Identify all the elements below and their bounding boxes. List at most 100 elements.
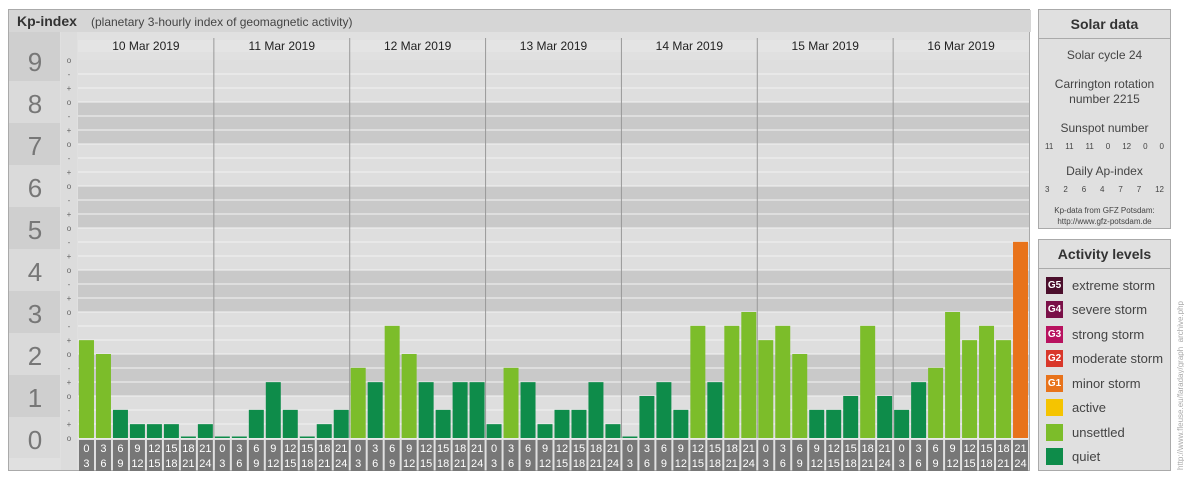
hour-end-label: 3	[83, 458, 89, 470]
kp-bands	[78, 60, 1029, 439]
hour-end-label: 3	[219, 458, 225, 470]
hour-start-label: 15	[437, 443, 449, 455]
kp-bar	[911, 382, 927, 438]
hour-start-label: 18	[726, 443, 738, 455]
kp-bar	[537, 424, 553, 438]
hour-end-label: 21	[726, 458, 738, 470]
credit-link[interactable]: http://www.gfz-potsdam.de	[1039, 216, 1170, 227]
hour-start-label: 21	[607, 443, 619, 455]
hour-start-label: 6	[797, 443, 803, 455]
kp-bar	[265, 382, 281, 438]
chart-title: Kp-index	[17, 13, 77, 29]
kp-bar	[469, 382, 485, 438]
hour-end-label: 3	[899, 458, 905, 470]
hour-start-label: 21	[335, 443, 347, 455]
hour-end-label: 6	[508, 458, 514, 470]
kp-bar	[282, 409, 298, 438]
hour-end-label: 12	[539, 458, 551, 470]
legend-item-unsettled: unsettled	[1039, 420, 1170, 445]
chart-subtitle: (planetary 3-hourly index of geomagnetic…	[91, 15, 352, 29]
sunspot-value: 11	[1065, 142, 1074, 151]
activity-levels-panel: Activity levels G5 extreme storm G4 seve…	[1038, 239, 1171, 471]
ap-value: 6	[1081, 185, 1087, 194]
kp-band	[78, 102, 1029, 144]
y-axis: 0 1 2 3 4 5 6 7 8 9 + o + o - + o - + o - + o - + o - + o - + o - + o - o -	[9, 32, 77, 470]
kp-bar	[792, 354, 808, 438]
sunspot-value: 11	[1045, 142, 1054, 151]
ap-label: Daily Ap-index	[1066, 164, 1143, 178]
g1-badge: G1	[1046, 374, 1063, 392]
kp-bar	[333, 409, 349, 438]
kp-bar	[486, 424, 502, 438]
day-label: 13 Mar 2019	[520, 39, 588, 53]
hour-start-label: 12	[148, 443, 160, 455]
hour-start-label: 12	[963, 443, 975, 455]
minor-tick-label: o	[67, 224, 72, 233]
hour-end-label: 12	[946, 458, 958, 470]
hour-end-label: 9	[661, 458, 667, 470]
kp-bar	[231, 436, 247, 438]
y-tick-label: 3	[28, 299, 42, 329]
minor-tick-label: +	[67, 420, 72, 429]
hour-end-label: 3	[627, 458, 633, 470]
hour-end-label: 6	[100, 458, 106, 470]
kp-bar	[503, 367, 519, 438]
hour-start-label: 0	[355, 443, 361, 455]
legend-item-active: active	[1039, 396, 1170, 421]
minor-tick-label: +	[67, 252, 72, 261]
kp-bar	[554, 409, 570, 438]
solar-cycle: Solar cycle 24	[1066, 48, 1143, 62]
hour-end-label: 24	[335, 458, 347, 470]
hour-start-label: 0	[627, 443, 633, 455]
kp-bar	[622, 436, 638, 438]
hour-start-label: 18	[862, 443, 874, 455]
g2-badge: G2	[1046, 350, 1063, 368]
hour-end-label: 3	[355, 458, 361, 470]
hour-end-label: 6	[644, 458, 650, 470]
credit-line1: Kp-data from GFZ Potsdam:	[1054, 206, 1155, 215]
kp-bar	[945, 312, 961, 438]
legend-item-extreme-storm: G5 extreme storm	[1039, 273, 1170, 298]
ap-value: 12	[1155, 185, 1164, 194]
ap-value: 7	[1118, 185, 1123, 194]
hour-end-label: 15	[963, 458, 975, 470]
kp-bar	[656, 382, 672, 438]
legend-label: unsettled	[1072, 424, 1125, 440]
hour-start-label: 0	[899, 443, 905, 455]
sunspot-value: 0	[1159, 142, 1164, 151]
hour-start-label: 0	[763, 443, 769, 455]
kp-bar	[95, 354, 111, 438]
hour-end-label: 21	[997, 458, 1009, 470]
hour-end-label: 21	[590, 458, 602, 470]
minor-tick-label: o	[67, 182, 72, 191]
minor-tick-label: o	[67, 350, 72, 359]
kp-bar	[894, 409, 910, 438]
hour-start-label: 6	[525, 443, 531, 455]
minor-tick-label: o	[67, 98, 72, 107]
minor-tick-label: -	[68, 112, 71, 121]
hour-start-label: 0	[219, 443, 225, 455]
minor-tick-label: -	[68, 322, 71, 331]
kp-bar	[707, 382, 723, 438]
hour-start-label: 3	[916, 443, 922, 455]
hour-end-label: 3	[491, 458, 497, 470]
hour-start-label: 3	[780, 443, 786, 455]
sunspot-value: 12	[1122, 142, 1132, 151]
hour-end-label: 21	[318, 458, 330, 470]
hour-end-label: 15	[420, 458, 432, 470]
solar-data-panel: Solar data Solar cycle 24 Carrington rot…	[1038, 9, 1171, 229]
legend-item-strong-storm: G3 strong storm	[1039, 322, 1170, 347]
kp-bar	[79, 340, 94, 438]
hour-end-label: 9	[389, 458, 395, 470]
hour-start-label: 21	[1014, 443, 1026, 455]
hour-end-label: 15	[692, 458, 704, 470]
sunspot-value: 11	[1085, 142, 1094, 151]
hour-end-label: 18	[437, 458, 449, 470]
hour-start-label: 12	[284, 443, 296, 455]
y-tick-label: 6	[28, 173, 42, 203]
hour-start-label: 9	[678, 443, 684, 455]
minor-tick-label: +	[67, 210, 72, 219]
legend-item-minor-storm: G1 minor storm	[1039, 371, 1170, 396]
kp-bar	[775, 325, 791, 438]
day-label: 10 Mar 2019	[112, 39, 180, 53]
